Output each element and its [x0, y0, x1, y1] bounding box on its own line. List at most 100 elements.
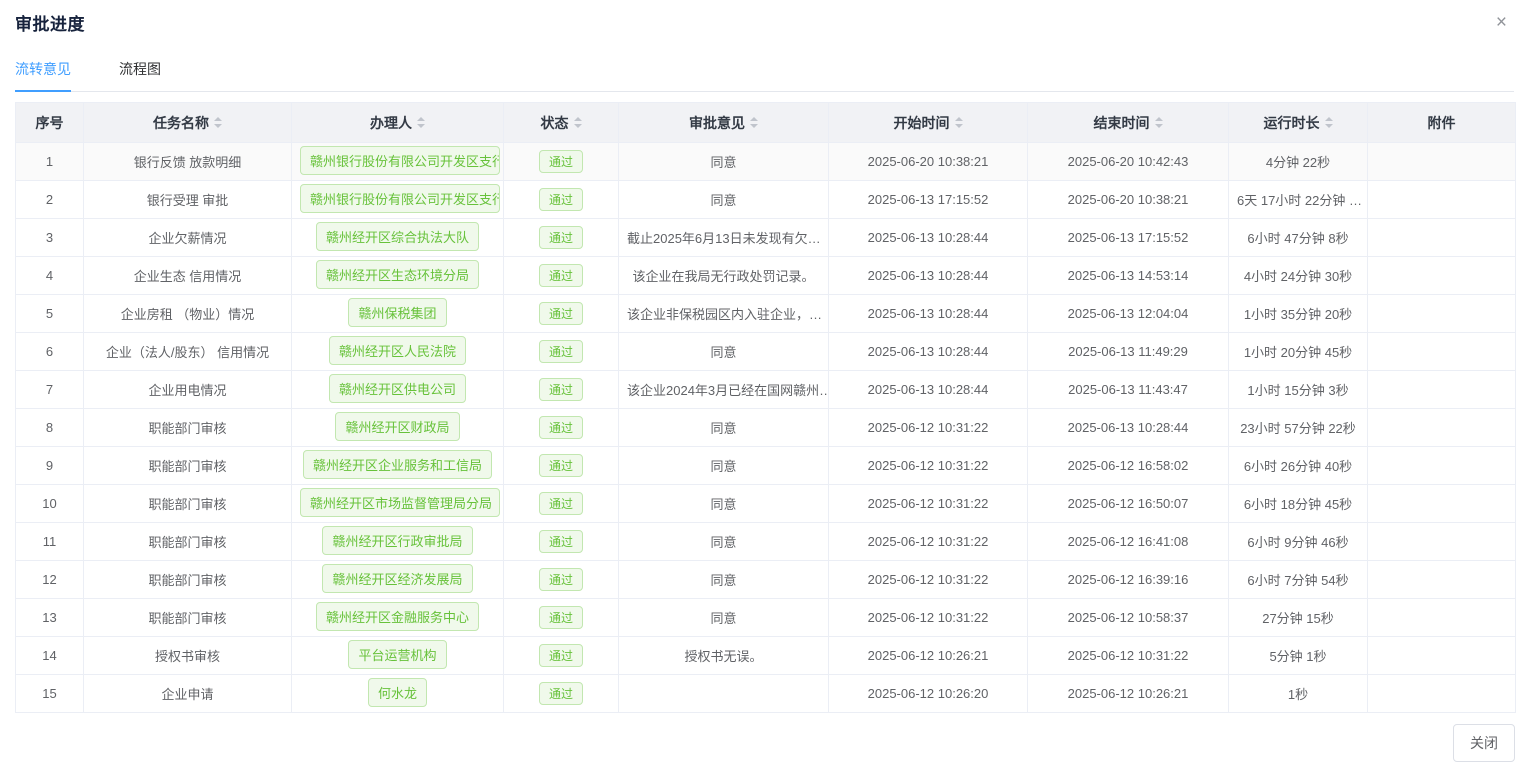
- cell-attachment: [1368, 599, 1516, 637]
- cell-attachment: [1368, 447, 1516, 485]
- caret-down-icon[interactable]: [955, 124, 963, 128]
- cell-status: 通过: [504, 523, 619, 561]
- caret-down-icon[interactable]: [1325, 124, 1333, 128]
- column-label: 开始时间: [894, 115, 950, 131]
- tab-bar: 流转意见 流程图: [15, 59, 1514, 92]
- status-badge: 通过: [539, 302, 583, 325]
- cell-handler: 赣州经开区财政局: [292, 409, 504, 447]
- cell-end-time: 2025-06-12 10:26:21: [1028, 675, 1229, 713]
- column-header-task-name[interactable]: 任务名称: [84, 103, 292, 143]
- cell-start-time: 2025-06-12 10:31:22: [829, 409, 1028, 447]
- close-button[interactable]: 关闭: [1453, 724, 1515, 762]
- sort-icons[interactable]: [1155, 117, 1163, 128]
- cell-index: 4: [16, 257, 84, 295]
- cell-handler: 赣州银行股份有限公司开发区支行: [292, 143, 504, 181]
- cell-opinion: 同意: [619, 409, 829, 447]
- column-header-duration[interactable]: 运行时长: [1229, 103, 1368, 143]
- caret-up-icon[interactable]: [574, 117, 582, 121]
- handler-tag: 平台运营机构: [348, 640, 446, 669]
- cell-attachment: [1368, 485, 1516, 523]
- column-header-handler[interactable]: 办理人: [292, 103, 504, 143]
- tab-flow-chart[interactable]: 流程图: [119, 59, 161, 91]
- cell-duration: 6小时 18分钟 45秒: [1229, 485, 1368, 523]
- column-header-start-time[interactable]: 开始时间: [829, 103, 1028, 143]
- cell-duration: 1小时 15分钟 3秒: [1229, 371, 1368, 409]
- column-label: 附件: [1428, 115, 1456, 131]
- cell-task-name: 企业用电情况: [84, 371, 292, 409]
- caret-down-icon[interactable]: [750, 124, 758, 128]
- cell-handler: 赣州经开区行政审批局: [292, 523, 504, 561]
- table-header-row: 序号 任务名称 办理人 状态 审批意见 开始时间 结束时间 运行时长 附件: [16, 103, 1516, 143]
- cell-status: 通过: [504, 485, 619, 523]
- cell-attachment: [1368, 561, 1516, 599]
- caret-down-icon[interactable]: [1155, 124, 1163, 128]
- table-row: 9 职能部门审核 赣州经开区企业服务和工信局 通过 同意 2025-06-12 …: [16, 447, 1516, 485]
- caret-down-icon[interactable]: [574, 124, 582, 128]
- caret-up-icon[interactable]: [750, 117, 758, 121]
- caret-up-icon[interactable]: [1155, 117, 1163, 121]
- sort-icons[interactable]: [417, 117, 425, 128]
- cell-attachment: [1368, 409, 1516, 447]
- cell-duration: 1小时 20分钟 45秒: [1229, 333, 1368, 371]
- caret-up-icon[interactable]: [417, 117, 425, 121]
- status-badge: 通过: [539, 644, 583, 667]
- tab-circulation-opinions[interactable]: 流转意见: [15, 59, 71, 91]
- cell-start-time: 2025-06-12 10:31:22: [829, 599, 1028, 637]
- status-badge: 通过: [539, 416, 583, 439]
- handler-tag: 赣州经开区综合执法大队: [316, 222, 479, 251]
- cell-opinion: 截止2025年6月13日未发现有欠…: [619, 219, 829, 257]
- cell-task-name: 职能部门审核: [84, 561, 292, 599]
- cell-end-time: 2025-06-13 14:53:14: [1028, 257, 1229, 295]
- column-header-opinion[interactable]: 审批意见: [619, 103, 829, 143]
- cell-handler: 赣州经开区企业服务和工信局: [292, 447, 504, 485]
- cell-opinion: 该企业在我局无行政处罚记录。: [619, 257, 829, 295]
- sort-icons[interactable]: [955, 117, 963, 128]
- cell-start-time: 2025-06-12 10:31:22: [829, 561, 1028, 599]
- cell-start-time: 2025-06-20 10:38:21: [829, 143, 1028, 181]
- column-label: 审批意见: [689, 115, 745, 131]
- table-row: 7 企业用电情况 赣州经开区供电公司 通过 该企业2024年3月已经在国网赣州……: [16, 371, 1516, 409]
- cell-attachment: [1368, 371, 1516, 409]
- handler-tag: 赣州经开区经济发展局: [322, 564, 472, 593]
- status-badge: 通过: [539, 682, 583, 705]
- column-header-status[interactable]: 状态: [504, 103, 619, 143]
- cell-start-time: 2025-06-12 10:31:22: [829, 523, 1028, 561]
- cell-end-time: 2025-06-12 16:41:08: [1028, 523, 1229, 561]
- table-row: 13 职能部门审核 赣州经开区金融服务中心 通过 同意 2025-06-12 1…: [16, 599, 1516, 637]
- cell-end-time: 2025-06-13 17:15:52: [1028, 219, 1229, 257]
- cell-opinion: 同意: [619, 447, 829, 485]
- sort-icons[interactable]: [1325, 117, 1333, 128]
- handler-tag: 赣州经开区生态环境分局: [316, 260, 479, 289]
- sort-icons[interactable]: [750, 117, 758, 128]
- cell-index: 6: [16, 333, 84, 371]
- handler-tag: 赣州经开区行政审批局: [322, 526, 472, 555]
- cell-end-time: 2025-06-12 16:39:16: [1028, 561, 1229, 599]
- cell-end-time: 2025-06-20 10:42:43: [1028, 143, 1229, 181]
- cell-task-name: 企业申请: [84, 675, 292, 713]
- cell-end-time: 2025-06-12 16:58:02: [1028, 447, 1229, 485]
- column-header-end-time[interactable]: 结束时间: [1028, 103, 1229, 143]
- cell-index: 13: [16, 599, 84, 637]
- cell-start-time: 2025-06-13 10:28:44: [829, 371, 1028, 409]
- caret-down-icon[interactable]: [417, 124, 425, 128]
- caret-up-icon[interactable]: [214, 117, 222, 121]
- column-header-attachment: 附件: [1368, 103, 1516, 143]
- cell-end-time: 2025-06-12 16:50:07: [1028, 485, 1229, 523]
- cell-duration: 6小时 26分钟 40秒: [1229, 447, 1368, 485]
- status-badge: 通过: [539, 264, 583, 287]
- cell-opinion: 该企业非保税园区内入驻企业，…: [619, 295, 829, 333]
- cell-end-time: 2025-06-12 10:58:37: [1028, 599, 1229, 637]
- cell-duration: 6小时 9分钟 46秒: [1229, 523, 1368, 561]
- cell-end-time: 2025-06-12 10:31:22: [1028, 637, 1229, 675]
- cell-duration: 1秒: [1229, 675, 1368, 713]
- caret-down-icon[interactable]: [214, 124, 222, 128]
- sort-icons[interactable]: [574, 117, 582, 128]
- close-icon[interactable]: ×: [1490, 11, 1513, 34]
- caret-up-icon[interactable]: [955, 117, 963, 121]
- cell-task-name: 企业房租 （物业）情况: [84, 295, 292, 333]
- table-row: 8 职能部门审核 赣州经开区财政局 通过 同意 2025-06-12 10:31…: [16, 409, 1516, 447]
- sort-icons[interactable]: [214, 117, 222, 128]
- caret-up-icon[interactable]: [1325, 117, 1333, 121]
- cell-duration: 4分钟 22秒: [1229, 143, 1368, 181]
- cell-end-time: 2025-06-13 11:49:29: [1028, 333, 1229, 371]
